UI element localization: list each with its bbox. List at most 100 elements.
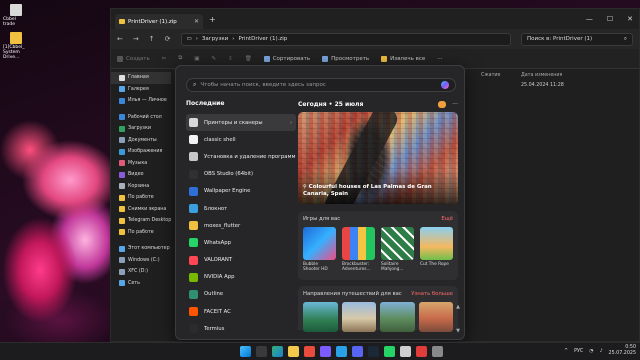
hero-image-card[interactable]: ⚲ Colourful houses of Las Palmas de Gran … [298, 112, 458, 204]
cut-button[interactable]: ✂ [162, 56, 167, 62]
travel-photo[interactable] [341, 302, 376, 332]
travel-photo[interactable] [418, 302, 453, 332]
recent-app-item[interactable]: classic shell [186, 131, 296, 148]
sidebar-item[interactable]: Илья — Личное [111, 95, 171, 107]
recent-app-item[interactable]: moxes_flutter [186, 217, 296, 234]
create-button[interactable]: Создать [117, 55, 150, 62]
chevron-right-icon[interactable]: › [290, 120, 296, 126]
desktop-icon-cbbel[interactable]: Cbbel trade [3, 4, 29, 27]
file-row[interactable]: 25.04.2024 11:28 [481, 80, 639, 91]
more-icon[interactable]: ··· [452, 101, 458, 108]
sidebar-item[interactable]: Windows (C:) [111, 255, 171, 267]
up-button[interactable]: ↑ [149, 35, 155, 43]
breadcrumb-zip[interactable]: PrintDriver (1).zip [238, 36, 287, 42]
search-icon[interactable] [256, 346, 267, 357]
desktop-icon-system-drive[interactable]: [1]Cbbel_ System Drive... [3, 32, 29, 60]
recent-app-item[interactable]: Принтеры и сканеры › [186, 114, 296, 132]
network-icon[interactable]: ◔ [589, 349, 593, 354]
breadcrumb-downloads[interactable]: Загрузки [202, 36, 228, 42]
recent-app-item[interactable]: Outline [186, 286, 296, 303]
app-icon[interactable] [320, 346, 331, 357]
copy-button[interactable]: ⧉ [178, 55, 182, 62]
start-search-input[interactable]: ⌕ Чтобы начать поиск, введите здесь запр… [186, 78, 456, 92]
more-options-button[interactable]: ··· [437, 56, 442, 62]
volume-icon[interactable]: ♪ [599, 349, 602, 354]
delete-button[interactable]: 🗑 [245, 56, 252, 62]
sort-button[interactable]: Сортировать [263, 55, 310, 62]
sidebar-item[interactable]: XFC (D:) [111, 266, 171, 278]
weather-icon[interactable] [438, 100, 447, 108]
scroll-down-arrow[interactable]: ▼ [456, 328, 460, 334]
sidebar-item[interactable]: Главная [111, 72, 171, 84]
app-label: FACEIT AC [204, 308, 231, 315]
game-tile[interactable]: Solitaire Mahjong... [381, 227, 414, 272]
column-date-modified[interactable]: Дата изменения [521, 73, 562, 78]
edge-icon[interactable] [272, 346, 283, 357]
address-bar[interactable]: ▭ › Загрузки › PrintDriver (1).zip [180, 32, 511, 46]
new-tab-button[interactable]: + [209, 15, 216, 24]
clock[interactable]: 0:50 25.07.2025 [609, 345, 636, 357]
discord-icon[interactable] [352, 346, 363, 357]
app-icon[interactable] [432, 346, 443, 357]
settings-icon[interactable] [400, 346, 411, 357]
sidebar-item[interactable]: По работе [111, 227, 171, 239]
sidebar-item[interactable]: Документы [111, 135, 171, 147]
sidebar-item[interactable]: Сеть [111, 278, 171, 290]
view-button[interactable]: Просмотреть [322, 55, 369, 62]
extract-icon [381, 55, 388, 62]
sidebar-item[interactable]: Видео [111, 169, 171, 181]
sidebar-item[interactable]: Снимки экрана [111, 204, 171, 216]
minimize-button[interactable]: — [586, 15, 593, 23]
steam-icon[interactable] [368, 346, 379, 357]
close-tab-icon[interactable]: ✕ [194, 18, 199, 25]
sidebar-item[interactable]: Загрузки [111, 123, 171, 135]
language-indicator[interactable]: РУС [574, 349, 583, 354]
sidebar-item-label: Telegram Desktop [128, 218, 171, 224]
whatsapp-icon[interactable] [384, 346, 395, 357]
recent-app-item[interactable]: Wallpaper Engine [186, 183, 296, 200]
travel-photo[interactable] [303, 302, 338, 332]
sidebar-item[interactable]: Музыка [111, 158, 171, 170]
refresh-button[interactable]: ⟳ [165, 35, 171, 43]
rename-button[interactable]: ✎ [212, 56, 217, 62]
recent-app-item[interactable]: WhatsApp [186, 234, 296, 251]
share-button[interactable]: ⇪ [228, 56, 233, 62]
file-explorer-icon[interactable] [288, 346, 299, 357]
game-tile[interactable]: Cut The Rope [420, 227, 453, 272]
recent-app-item[interactable]: OBS Studio (64bit) [186, 166, 296, 183]
recent-app-item[interactable]: Termius [186, 320, 296, 337]
column-compression[interactable]: Сжатие [481, 73, 521, 78]
back-button[interactable]: ← [117, 35, 123, 43]
games-more-link[interactable]: Ещё [441, 216, 453, 224]
sidebar-item[interactable]: Telegram Desktop [111, 215, 171, 227]
paste-button[interactable]: ▣ [194, 56, 199, 62]
recent-app-item[interactable]: Блокнот [186, 200, 296, 217]
forward-button[interactable]: → [133, 35, 139, 43]
game-tile[interactable]: Brockbuster: Adventures... [342, 227, 375, 272]
maximize-button[interactable]: ☐ [607, 15, 613, 23]
recent-app-item[interactable]: VALORANT [186, 252, 296, 269]
travel-photo[interactable] [380, 302, 415, 332]
telegram-icon[interactable] [336, 346, 347, 357]
explorer-search-input[interactable]: Поиск в: PrintDriver (1) ⌕ [521, 32, 633, 46]
travel-more-link[interactable]: Узнать больше [411, 291, 453, 299]
recent-app-item[interactable]: Установка и удаление программ [186, 148, 296, 165]
recent-app-item[interactable]: FACEIT AC [186, 303, 296, 320]
sidebar-item[interactable]: По работе [111, 192, 171, 204]
app-icon[interactable] [416, 346, 427, 357]
close-window-button[interactable]: ✕ [627, 15, 633, 23]
sidebar-item[interactable]: Корзина [111, 181, 171, 193]
show-hidden-icons[interactable]: ^ [564, 349, 568, 354]
scroll-up-arrow[interactable]: ▲ [456, 304, 460, 310]
recent-app-item[interactable]: NVIDIA App [186, 269, 296, 286]
sidebar-item[interactable]: Этот компьютер [111, 243, 171, 255]
sidebar-item[interactable]: Изображения [111, 146, 171, 158]
game-tile[interactable]: Bubble Shooter HD [303, 227, 336, 272]
start-button[interactable] [240, 346, 251, 357]
extract-all-button[interactable]: Извлечь все [381, 55, 425, 62]
sidebar-item[interactable]: Рабочий стол [111, 112, 171, 124]
yandex-icon[interactable] [304, 346, 315, 357]
tab-printdriver[interactable]: PrintDriver (1).zip ✕ [115, 14, 203, 29]
copilot-icon[interactable] [441, 81, 449, 89]
sidebar-item[interactable]: Галерея [111, 84, 171, 96]
